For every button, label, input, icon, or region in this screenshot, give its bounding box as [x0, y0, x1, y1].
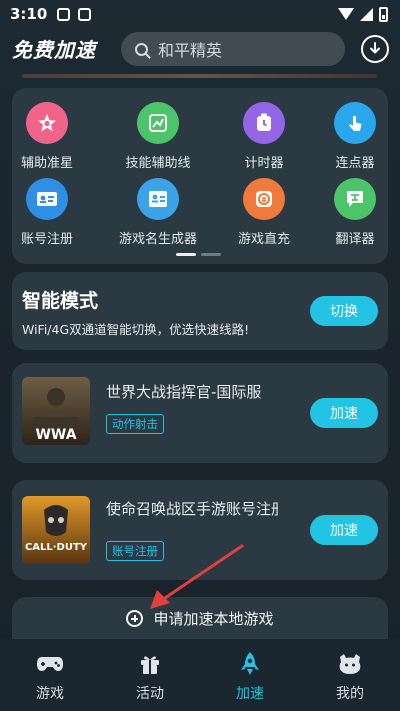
- tool-label: 翻译器: [335, 232, 375, 247]
- name-generator-icon: [137, 178, 179, 220]
- tab-profile[interactable]: 我的: [300, 639, 400, 711]
- profile-face-icon: [336, 651, 364, 677]
- tool-label: 计时器: [244, 156, 284, 171]
- tool-skill-line[interactable]: 技能辅助线: [110, 102, 206, 171]
- signal-icon: [360, 7, 373, 21]
- battery-icon: [379, 6, 388, 22]
- tab-label: 加速: [236, 686, 264, 702]
- page-indicator: [176, 253, 221, 256]
- gift-icon: [136, 651, 164, 677]
- smart-mode-card: 智能模式 WiFi/4G双通道智能切换，优选快速线路! 切换: [12, 272, 388, 350]
- app-title: 免费加速: [12, 38, 96, 62]
- game-tag[interactable]: 账号注册: [106, 541, 164, 561]
- tab-label: 游戏: [36, 686, 64, 702]
- rocket-icon: [236, 651, 264, 677]
- tool-recharge[interactable]: 游戏直充: [216, 178, 312, 247]
- switch-button[interactable]: 切换: [310, 296, 378, 326]
- tools-card: 辅助准星 技能辅助线 计时器 连点器 账号注册 游戏名生成器 游戏直充 翻译器: [12, 88, 388, 264]
- tool-label: 游戏名生成器: [118, 232, 197, 247]
- shield-status-icon: [57, 7, 71, 21]
- tab-accelerate[interactable]: 加速: [200, 639, 300, 711]
- add-local-game-button[interactable]: 申请加速本地游戏: [12, 597, 388, 639]
- account-card-icon: [26, 178, 68, 220]
- search-icon: [135, 42, 148, 56]
- gamepad-icon: [36, 651, 64, 677]
- plus-circle-icon: [126, 609, 144, 627]
- tab-games[interactable]: 游戏: [0, 639, 100, 711]
- crosshair-star-icon: [26, 102, 68, 144]
- tool-label: 辅助准星: [20, 156, 73, 171]
- smart-mode-title: 智能模式: [22, 290, 99, 312]
- status-time: 3:10: [10, 5, 48, 23]
- game-cover-image: WWA: [22, 377, 90, 445]
- tool-name-generator[interactable]: 游戏名生成器: [110, 178, 206, 247]
- game-name: 使命召唤战区手游账号注册-国际服: [106, 500, 278, 518]
- download-button[interactable]: [361, 35, 389, 63]
- bottom-tab-bar: 游戏 活动 加速 我的: [0, 639, 400, 711]
- game-tag[interactable]: 动作射击: [106, 414, 164, 434]
- tab-activity[interactable]: 活动: [100, 639, 200, 711]
- app-status-icon: [78, 7, 92, 21]
- tool-timer[interactable]: 计时器: [216, 102, 312, 171]
- accelerate-button[interactable]: 加速: [310, 398, 378, 428]
- svg-text:WWA: WWA: [35, 427, 76, 443]
- search-input[interactable]: 和平精英: [121, 32, 345, 66]
- header: 免费加速 和平精英: [0, 32, 400, 68]
- accelerate-button[interactable]: 加速: [310, 515, 378, 545]
- page-dot-active: [176, 253, 196, 256]
- search-placeholder: 和平精英: [158, 41, 223, 60]
- tool-auto-clicker[interactable]: 连点器: [307, 102, 400, 171]
- tool-translator[interactable]: 翻译器: [307, 178, 400, 247]
- smart-mode-description: WiFi/4G双通道智能切换，优选快速线路!: [22, 322, 250, 337]
- recharge-icon: [243, 178, 285, 220]
- tool-label: 账号注册: [20, 232, 73, 247]
- game-card[interactable]: CALL·DUTY 使命召唤战区手游账号注册-国际服 账号注册 加速: [12, 480, 388, 580]
- game-cover-image: CALL·DUTY: [22, 496, 90, 564]
- status-bar: 3:10: [0, 0, 400, 28]
- game-name: 世界大战指挥官-国际服: [106, 383, 262, 401]
- tool-label: 连点器: [335, 156, 375, 171]
- tool-account-register[interactable]: 账号注册: [0, 178, 95, 247]
- timer-icon: [243, 102, 285, 144]
- tool-label: 游戏直充: [237, 232, 290, 247]
- tab-label: 我的: [336, 686, 364, 702]
- auto-clicker-icon: [334, 102, 376, 144]
- tool-crosshair[interactable]: 辅助准星: [0, 102, 95, 171]
- tool-label: 技能辅助线: [125, 156, 191, 171]
- translate-icon: [334, 178, 376, 220]
- tab-label: 活动: [136, 686, 164, 702]
- add-local-game-label: 申请加速本地游戏: [153, 609, 274, 628]
- download-icon: [370, 42, 380, 54]
- banner-strip[interactable]: [22, 74, 377, 78]
- svg-text:CALL·DUTY: CALL·DUTY: [25, 542, 88, 553]
- skill-line-icon: [137, 102, 179, 144]
- page-dot: [201, 253, 221, 256]
- game-card[interactable]: WWA 世界大战指挥官-国际服 动作射击 加速: [12, 363, 388, 463]
- wifi-icon: [338, 8, 354, 20]
